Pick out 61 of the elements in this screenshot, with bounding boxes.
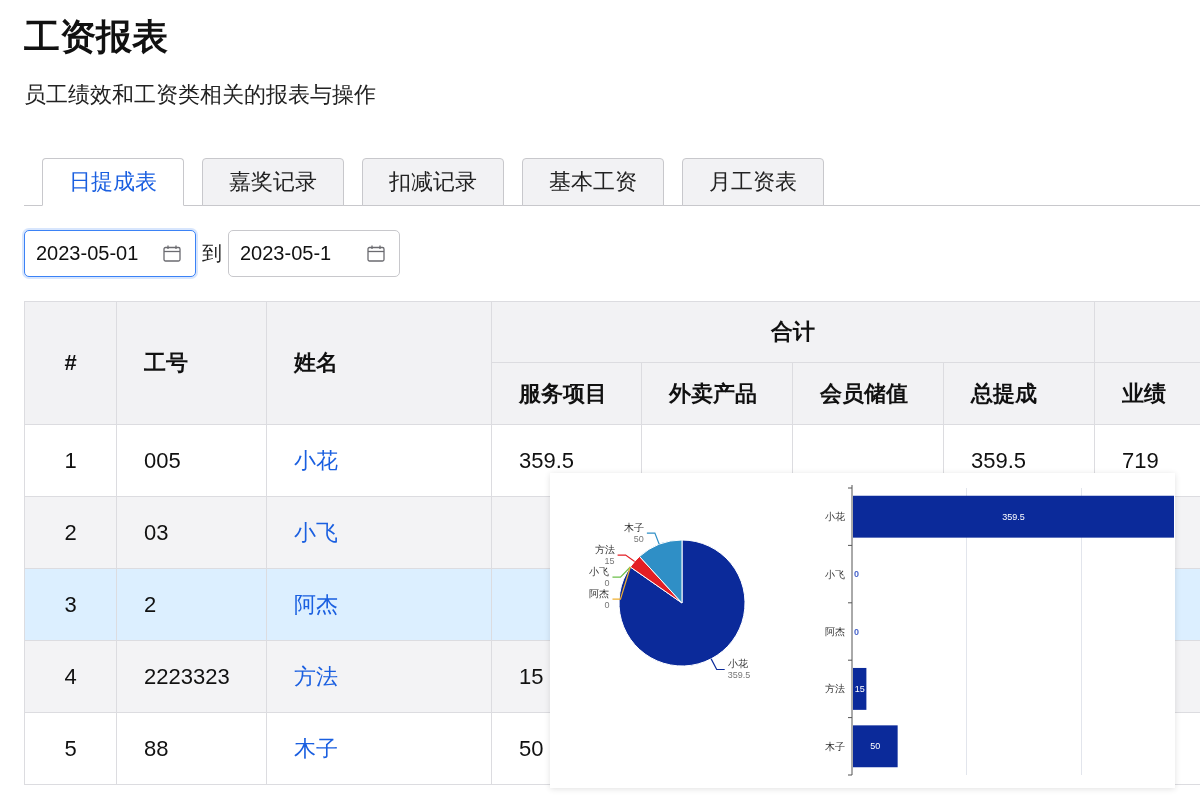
leader-line: [617, 554, 636, 563]
slice-value: 0: [604, 578, 610, 589]
column-header: 会员储值: [792, 362, 944, 425]
column-header: 姓名: [266, 301, 492, 425]
table-cell: 2: [24, 496, 117, 569]
slice-value: 0: [604, 600, 610, 611]
table-cell: 2223323: [116, 640, 267, 713]
page-title: 工资报表: [24, 15, 169, 59]
name-link[interactable]: 小飞: [294, 519, 338, 545]
slice-label: 方法: [594, 544, 615, 556]
column-header: #: [24, 301, 117, 425]
table-cell: 005: [116, 424, 267, 497]
bar-value-label: 0: [854, 569, 859, 580]
tab[interactable]: 月工资表: [682, 158, 824, 206]
table-cell: 03: [116, 496, 267, 569]
leader-line: [710, 658, 726, 671]
table-cell: 2: [116, 568, 267, 641]
table-cell: 1: [24, 424, 117, 497]
bar: [853, 667, 867, 710]
calendar-icon[interactable]: [163, 245, 181, 262]
tab[interactable]: 日提成表: [42, 158, 184, 206]
table-cell: 88: [116, 712, 267, 785]
table-cell: 4: [24, 640, 117, 713]
category-label: 木子: [825, 740, 845, 752]
calendar-icon[interactable]: [367, 245, 385, 262]
name-link[interactable]: 木子: [294, 735, 338, 761]
column-header: 服务项目: [491, 362, 642, 425]
slice-label: 小花: [727, 658, 748, 670]
range-separator: 到: [202, 241, 222, 266]
date-field[interactable]: 2023-05-1: [228, 230, 400, 277]
column-header: 外卖产品: [641, 362, 793, 425]
slice-value: 359.5: [727, 670, 751, 681]
name-link[interactable]: 小花: [294, 447, 338, 473]
slice-label: 阿杰: [589, 588, 610, 600]
slice-value: 50: [633, 534, 644, 545]
tab[interactable]: 嘉奖记录: [202, 158, 344, 206]
bar-value-label: 0: [854, 626, 859, 637]
slice-value: 15: [604, 556, 615, 567]
page-subtitle: 员工绩效和工资类相关的报表与操作: [24, 81, 377, 109]
category-label: 小花: [825, 511, 845, 523]
date-field[interactable]: 2023-05-01: [24, 230, 196, 277]
bar-value-label: 50: [870, 741, 881, 752]
tab[interactable]: 扣减记录: [362, 158, 504, 206]
name-link[interactable]: 阿杰: [294, 591, 338, 617]
column-group-header: 合计: [491, 301, 1095, 363]
category-label: 方法: [825, 683, 845, 695]
name-link[interactable]: 方法: [294, 663, 338, 689]
bar: [853, 725, 898, 768]
column-header: 业绩: [1094, 362, 1200, 425]
leader-line: [646, 532, 660, 545]
slice-label: 小飞: [589, 566, 610, 578]
category-label: 小飞: [825, 568, 845, 580]
tab[interactable]: 基本工资: [522, 158, 664, 206]
table-cell: 5: [24, 712, 117, 785]
slice-label: 木子: [623, 522, 644, 534]
column-header: 工号: [116, 301, 267, 425]
bar-value-label: 15: [854, 683, 865, 694]
column-header: 总提成: [943, 362, 1095, 425]
bar-value-label: 359.5: [1002, 511, 1025, 522]
table-cell: 3: [24, 568, 117, 641]
category-label: 阿杰: [825, 626, 845, 637]
